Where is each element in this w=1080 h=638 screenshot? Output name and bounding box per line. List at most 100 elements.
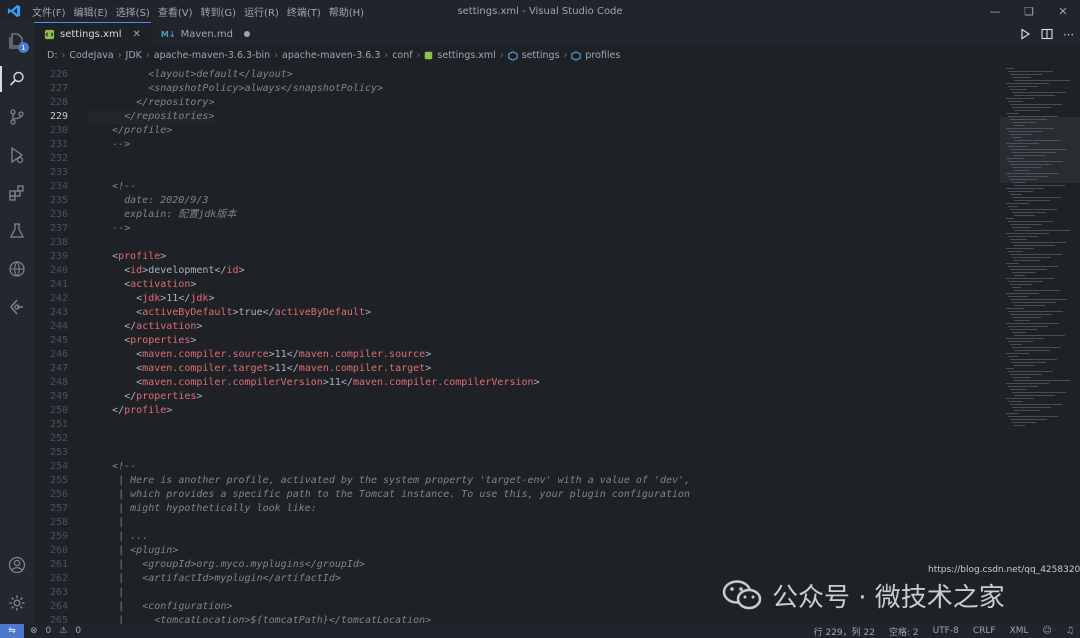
timeline-icon[interactable]	[0, 290, 34, 324]
code-line[interactable]: <maven.compiler.target>11</maven.compile…	[88, 362, 431, 376]
code-line[interactable]: </profile>	[88, 124, 172, 138]
menu-item[interactable]: 转到(G)	[197, 4, 241, 19]
feedback-icon[interactable]: ☺	[1043, 626, 1052, 636]
code-line[interactable]: <layout>default</layout>	[88, 68, 293, 82]
code-token: >	[286, 69, 293, 80]
code-line[interactable]: explain: 配置jdk版本	[88, 208, 236, 222]
code-line[interactable]: <jdk>11</jdk>	[88, 292, 214, 306]
minimap[interactable]	[1000, 65, 1080, 624]
breadcrumb-item[interactable]: profiles	[585, 50, 620, 61]
more-actions-icon[interactable]: ⋯	[1063, 28, 1074, 41]
run-file-icon[interactable]	[1019, 28, 1031, 40]
testing-flask-icon[interactable]	[0, 214, 34, 248]
menu-item[interactable]: 帮助(H)	[325, 4, 368, 19]
breadcrumb-item[interactable]: D:	[47, 50, 58, 61]
code-line[interactable]: <id>development</id>	[88, 264, 244, 278]
code-line[interactable]: <maven.compiler.source>11</maven.compile…	[88, 348, 431, 362]
code-line[interactable]: | <artifactId>myplugin</artifactId>	[88, 572, 341, 586]
close-tab-icon[interactable]: ✕	[133, 29, 141, 40]
code-token: >	[160, 251, 167, 262]
problems-indicator[interactable]: ⊗ 0 ⚠ 0	[30, 626, 81, 636]
remote-explorer-globe-icon[interactable]	[0, 252, 34, 286]
restore-icon[interactable]: ❏	[1012, 0, 1046, 22]
code-line[interactable]: <profile>	[88, 250, 166, 264]
breadcrumb-item[interactable]: JDK	[126, 50, 142, 61]
indentation[interactable]: 空格: 2	[889, 625, 919, 638]
minimap-line	[1010, 164, 1052, 165]
code-token: </	[88, 405, 125, 416]
breadcrumb-item[interactable]: conf	[392, 50, 412, 61]
breadcrumb-item[interactable]: apache-maven-3.6.3	[282, 50, 380, 61]
code-token: maven.compiler.compilerVersion	[142, 377, 323, 388]
code-line[interactable]: </repositories>	[88, 110, 214, 124]
code-line[interactable]: | <plugin>	[88, 544, 178, 558]
code-area[interactable]: <layout>default</layout> <snapshotPolicy…	[88, 65, 1000, 624]
breadcrumb-item[interactable]: settings.xml	[437, 50, 495, 61]
code-line[interactable]: </repository>	[88, 96, 214, 110]
run-debug-icon[interactable]	[0, 138, 34, 172]
menu-item[interactable]: 编辑(E)	[70, 4, 112, 19]
code-line[interactable]: <!--	[88, 460, 136, 474]
menu-item[interactable]: 查看(V)	[154, 4, 197, 19]
encoding[interactable]: UTF-8	[933, 626, 959, 636]
close-window-icon[interactable]: ✕	[1046, 0, 1080, 22]
code-line[interactable]: <snapshotPolicy>always</snapshotPolicy>	[88, 82, 383, 96]
code-line[interactable]: <activeByDefault>true</activeByDefault>	[88, 306, 371, 320]
menu-item[interactable]: 选择(S)	[112, 4, 154, 19]
code-line[interactable]: </properties>	[88, 390, 202, 404]
minimap-line	[1006, 68, 1014, 69]
code-line[interactable]: | <tomcatLocation>${tomcatPath}</tomcatL…	[88, 614, 431, 624]
code-line[interactable]: | <configuration>	[88, 600, 232, 614]
code-line[interactable]: date: 2020/9/3	[88, 194, 208, 208]
tab-settings-xml[interactable]: settings.xml ✕	[34, 22, 151, 46]
code-line[interactable]: | which provides a specific path to the …	[88, 488, 690, 502]
code-line[interactable]: -->	[88, 222, 130, 236]
breadcrumb: D: › CodeJava › JDK › apache-maven-3.6.3-bin › a…	[34, 46, 1080, 65]
line-number: 246	[49, 349, 68, 360]
account-icon[interactable]	[0, 548, 34, 582]
code-line[interactable]: |	[88, 586, 124, 600]
code-line[interactable]: | <groupId>org.myco.myplugins</groupId>	[88, 558, 365, 572]
code-token: 11	[274, 349, 287, 360]
unsaved-dot-icon[interactable]	[244, 31, 250, 37]
end-of-line[interactable]: CRLF	[973, 626, 996, 636]
code-line[interactable]: |	[88, 516, 124, 530]
extensions-icon[interactable]	[0, 176, 34, 210]
code-token: | which provides a specific path to the …	[118, 489, 691, 500]
split-editor-icon[interactable]	[1041, 28, 1053, 40]
code-line[interactable]: </profile>	[88, 404, 172, 418]
minimap-line	[1012, 272, 1036, 273]
code-line[interactable]: | might hypothetically look like:	[88, 502, 317, 516]
menu-item[interactable]: 终端(T)	[283, 4, 325, 19]
breadcrumb-item[interactable]: settings	[522, 50, 560, 61]
code-token: activation	[130, 279, 191, 290]
remote-indicator-icon[interactable]: ⇋	[0, 624, 24, 638]
code-line[interactable]: | Here is another profile, activated by …	[88, 474, 690, 488]
code-line[interactable]: <maven.compiler.compilerVersion>11</mave…	[88, 376, 539, 390]
minimap-line	[1006, 128, 1054, 129]
minimize-icon[interactable]: —	[978, 0, 1012, 22]
code-line[interactable]: <properties>	[88, 334, 196, 348]
settings-gear-icon[interactable]	[0, 586, 34, 620]
menu-item[interactable]: 运行(R)	[240, 4, 283, 19]
cursor-position[interactable]: 行 229，列 22	[814, 625, 875, 638]
minimap-line	[1010, 179, 1037, 180]
code-line[interactable]: | ...	[88, 530, 148, 544]
code-line[interactable]: <!--	[88, 180, 136, 194]
code-line[interactable]: </activation>	[88, 320, 202, 334]
search-icon[interactable]	[0, 62, 34, 96]
explorer-icon[interactable]: 1	[0, 24, 34, 58]
notifications-bell-icon[interactable]: ♫	[1066, 626, 1074, 636]
code-line[interactable]: -->	[88, 138, 130, 152]
breadcrumb-item[interactable]: apache-maven-3.6.3-bin	[154, 50, 270, 61]
minimap-line	[1006, 413, 1019, 414]
menu-item[interactable]: 文件(F)	[28, 4, 70, 19]
code-token: </	[340, 377, 353, 388]
breadcrumb-item[interactable]: CodeJava	[69, 50, 113, 61]
language-mode[interactable]: XML	[1010, 626, 1029, 636]
tab-maven-md[interactable]: M↓ Maven.md	[151, 22, 260, 46]
minimap-line	[1014, 140, 1060, 141]
code-line[interactable]: <activation>	[88, 278, 196, 292]
source-control-icon[interactable]	[0, 100, 34, 134]
code-editor[interactable]: 226 227 228 229 230 231 232 233 234 235 236 237 238 2…	[34, 65, 1000, 624]
